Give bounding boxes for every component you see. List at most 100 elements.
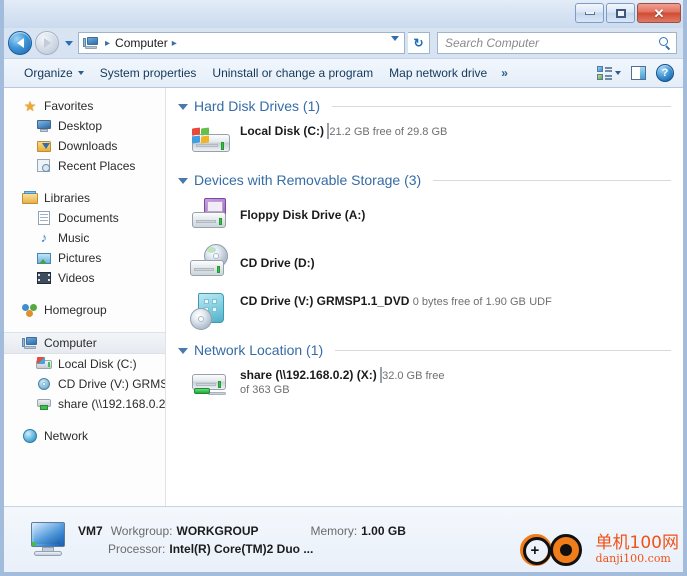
change-view-button[interactable] [592, 63, 626, 83]
sidebar-item-computer[interactable]: Computer [4, 332, 165, 354]
drive-meta: Local Disk (C:) 21.2 GB free of 29.8 GB [240, 122, 448, 139]
organize-button[interactable]: Organize [16, 62, 92, 84]
hard-disk-big-icon [190, 122, 232, 162]
sidebar-item-label: Downloads [58, 139, 118, 153]
sidebar-item-music[interactable]: ♪ Music [4, 228, 165, 248]
forward-arrow-icon [43, 38, 51, 48]
sidebar-item-downloads[interactable]: Downloads [4, 136, 165, 156]
group-divider [433, 179, 671, 181]
sidebar-item-share-network[interactable]: share (\\192.168.0.2) [4, 394, 165, 414]
address-dropdown-button[interactable] [391, 36, 399, 55]
drive-capacity-text: 0 bytes free of 1.90 GB [412, 296, 526, 308]
title-bar: ✕ [4, 0, 683, 28]
group-header[interactable]: Hard Disk Drives (1) [178, 98, 671, 114]
uninstall-program-button[interactable]: Uninstall or change a program [204, 62, 381, 84]
sidebar-item-local-disk-c[interactable]: CD Drive (V:) GRMSP Local Disk (C:) [4, 354, 165, 374]
memory-label: Memory: [310, 523, 358, 538]
status-text-block: VM7 Workgroup: WORKGROUP Memory: 1.00 GB… [78, 522, 406, 558]
computer-name: VM7 [78, 523, 103, 538]
navigation-pane[interactable]: ★ Favorites Desktop Downloads Recent Pla… [4, 88, 166, 506]
close-button[interactable]: ✕ [637, 3, 681, 23]
documents-icon [36, 210, 52, 226]
watermark-en: danji100.com [595, 552, 671, 566]
minimize-icon [584, 11, 595, 15]
memory-value: 1.00 GB [361, 523, 406, 538]
address-bar[interactable]: ▸ Computer ▸ [78, 32, 405, 55]
minimize-button[interactable] [575, 3, 604, 23]
toolbar-overflow-button[interactable]: » [495, 66, 514, 80]
maximize-icon [615, 8, 626, 18]
group-removable-storage: Devices with Removable Storage (3) Flopp… [178, 172, 671, 338]
sidebar-item-libraries[interactable]: Libraries [4, 188, 165, 208]
processor-value: Intel(R) Core(TM)2 Duo ... [169, 541, 314, 556]
chevron-down-icon [64, 40, 73, 46]
sidebar-item-cd-drive-v[interactable]: CD Drive (V:) GRMSP [4, 374, 165, 394]
hard-disk-icon [36, 356, 52, 372]
explorer-window: ✕ ▸ Computer ▸ ↻ Search Computer Organiz… [0, 0, 687, 576]
window-controls: ✕ [575, 3, 681, 23]
watermark: + 单机100网 danji100.com [518, 530, 679, 570]
sidebar-item-label: Recent Places [58, 159, 136, 173]
group-items: share (\\192.168.0.2) (X:) 32.0 GB free … [178, 364, 671, 412]
sidebar-item-label: Favorites [44, 99, 94, 113]
breadcrumb-computer[interactable]: Computer [115, 36, 168, 50]
group-header[interactable]: Devices with Removable Storage (3) [178, 172, 671, 188]
computer-status-icon [26, 520, 70, 560]
sidebar-item-recent-places[interactable]: Recent Places [4, 156, 165, 176]
drive-tile-share-x[interactable]: share (\\192.168.0.2) (X:) 32.0 GB free … [178, 364, 448, 412]
group-title: Network Location (1) [194, 342, 324, 358]
sidebar-item-documents[interactable]: Documents [4, 208, 165, 228]
help-button[interactable]: ? [651, 61, 679, 85]
back-arrow-icon [16, 38, 24, 48]
history-dropdown-button[interactable] [62, 32, 75, 54]
sidebar-item-videos[interactable]: Videos [4, 268, 165, 288]
breadcrumb-separator-2[interactable]: ▸ [168, 38, 182, 49]
network-drive-big-icon [190, 366, 232, 406]
breadcrumb-separator-1[interactable]: ▸ [101, 38, 115, 49]
sidebar-item-label: Libraries [44, 191, 91, 205]
cd-drive-icon [36, 376, 52, 392]
map-network-drive-button[interactable]: Map network drive [381, 62, 495, 84]
back-button[interactable] [8, 31, 32, 55]
drive-meta: share (\\192.168.0.2) (X:) 32.0 GB free … [240, 366, 448, 396]
sidebar-item-favorites[interactable]: ★ Favorites [4, 96, 165, 116]
show-preview-pane-button[interactable] [626, 63, 651, 83]
sidebar-item-desktop[interactable]: Desktop [4, 116, 165, 136]
drive-capacity-text: 21.2 GB free of 29.8 GB [329, 126, 448, 138]
system-properties-button[interactable]: System properties [92, 62, 205, 84]
search-input[interactable]: Search Computer [437, 32, 677, 54]
organize-label: Organize [24, 66, 73, 80]
pictures-icon [36, 250, 52, 266]
sidebar-item-homegroup[interactable]: Homegroup [4, 300, 165, 320]
sidebar-item-label: Documents [58, 211, 119, 225]
drive-tile-cd-v-dvd[interactable]: CD Drive (V:) GRMSP1.1_DVD 0 bytes free … [178, 290, 671, 338]
forward-button[interactable] [35, 31, 59, 55]
computer-icon [22, 335, 38, 351]
sidebar-item-label: share (\\192.168.0.2) [58, 397, 166, 411]
group-header[interactable]: Network Location (1) [178, 342, 671, 358]
sidebar-item-network[interactable]: Network [4, 426, 165, 446]
processor-label: Processor: [108, 541, 166, 556]
drive-tile-cd-d[interactable]: CD Drive (D:) [178, 242, 408, 290]
drive-tile-floppy-a[interactable]: Floppy Disk Drive (A:) [178, 194, 448, 242]
search-placeholder: Search Computer [445, 36, 540, 50]
capacity-bar [380, 367, 383, 383]
chevron-down-icon [391, 36, 399, 55]
triangle-collapse-icon[interactable] [178, 348, 188, 354]
refresh-button[interactable]: ↻ [408, 32, 430, 54]
downloads-icon [36, 138, 52, 154]
triangle-collapse-icon[interactable] [178, 178, 188, 184]
refresh-icon: ↻ [413, 36, 424, 50]
computer-icon [83, 36, 99, 51]
drive-tile-local-disk-c[interactable]: Local Disk (C:) 21.2 GB free of 29.8 GB [178, 120, 448, 168]
maximize-button[interactable] [606, 3, 635, 23]
window-body: ★ Favorites Desktop Downloads Recent Pla… [4, 88, 683, 506]
workgroup-label: Workgroup: [110, 523, 173, 538]
triangle-collapse-icon[interactable] [178, 104, 188, 110]
desktop-icon [36, 118, 52, 134]
status-row-1: VM7 Workgroup: WORKGROUP Memory: 1.00 GB [78, 522, 406, 540]
sidebar-item-pictures[interactable]: Pictures [4, 248, 165, 268]
